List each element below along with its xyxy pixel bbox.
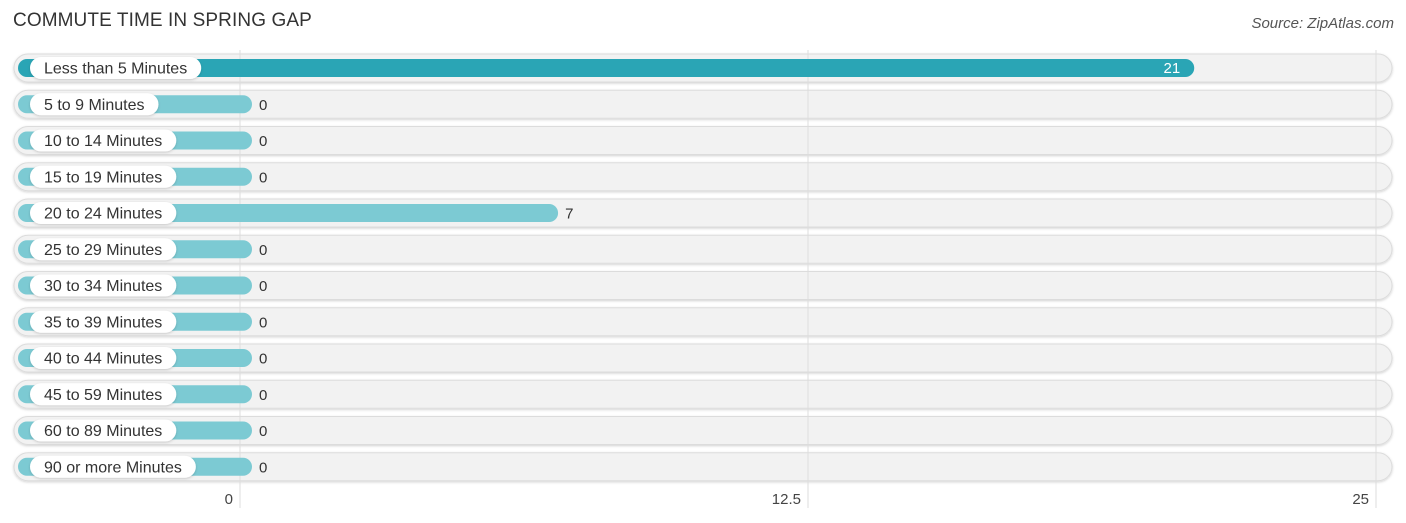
value-label: 0 — [259, 459, 267, 476]
bar-row: Less than 5 Minutes 21 — [18, 57, 1195, 79]
bar-row: 5 to 9 Minutes 0 — [18, 93, 267, 116]
value-label: 0 — [259, 133, 267, 150]
x-tick-label: 0 — [225, 491, 233, 508]
category-label: Less than 5 Minutes — [44, 61, 187, 78]
value-label: 0 — [259, 169, 267, 186]
category-label: 25 to 29 Minutes — [44, 242, 162, 259]
bar-row: 60 to 89 Minutes 0 — [18, 419, 267, 442]
category-label: 45 to 59 Minutes — [44, 387, 162, 404]
value-label: 0 — [259, 242, 267, 259]
category-label: 5 to 9 Minutes — [44, 97, 145, 114]
category-label: 15 to 19 Minutes — [44, 169, 162, 186]
value-label: 0 — [259, 351, 267, 368]
category-label: 90 or more Minutes — [44, 459, 182, 476]
category-label: 40 to 44 Minutes — [44, 351, 162, 368]
value-label: 0 — [259, 387, 267, 404]
bar-row: 35 to 39 Minutes 0 — [18, 310, 267, 333]
bar-row: 40 to 44 Minutes 0 — [18, 347, 267, 369]
value-label: 0 — [259, 97, 267, 114]
bar-chart: Less than 5 Minutes 215 to 9 Minutes 010 t… — [13, 50, 1393, 508]
bar-row: 20 to 24 Minutes 7 — [18, 202, 573, 224]
x-tick-label: 25 — [1352, 491, 1369, 508]
bar-row: 10 to 14 Minutes 0 — [18, 129, 267, 152]
value-label: 7 — [565, 206, 573, 223]
bar-row: 90 or more Minutes 0 — [18, 455, 267, 478]
category-label: 35 to 39 Minutes — [44, 314, 162, 331]
bar-row: 15 to 19 Minutes 0 — [18, 165, 267, 188]
category-label: 30 to 34 Minutes — [44, 278, 162, 295]
bar-row: 45 to 59 Minutes 0 — [18, 383, 267, 406]
x-tick-label: 12.5 — [772, 491, 801, 508]
value-label: 0 — [259, 314, 267, 331]
value-label: 0 — [259, 423, 267, 440]
value-label: 0 — [259, 278, 267, 295]
value-label: 21 — [1164, 60, 1181, 77]
category-label: 60 to 89 Minutes — [44, 423, 162, 440]
category-label: 10 to 14 Minutes — [44, 133, 162, 150]
category-label: 20 to 24 Minutes — [44, 206, 162, 223]
bar-row: 25 to 29 Minutes 0 — [18, 238, 267, 261]
bar-row: 30 to 34 Minutes 0 — [18, 274, 267, 297]
